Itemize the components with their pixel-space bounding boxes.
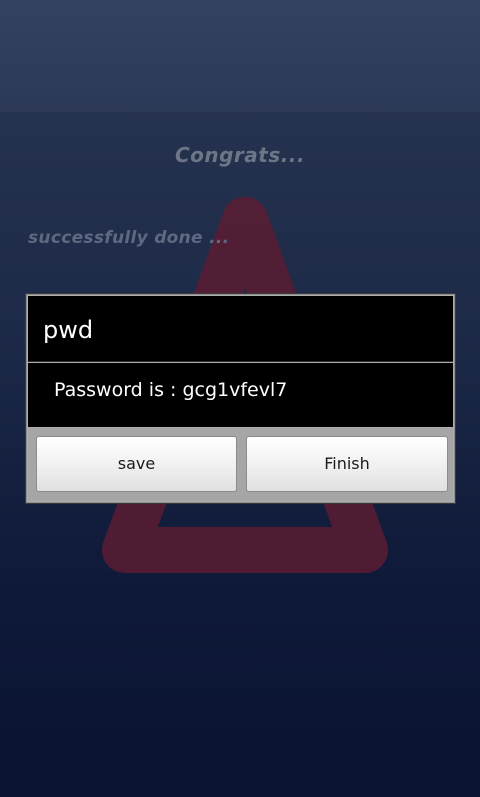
title-bar [0,0,480,112]
congrats-text: Congrats... [174,143,306,167]
dialog-title: pwd [43,316,94,344]
password-dialog: pwd Password is : gcg1vfevl7 save Finish [26,294,455,503]
dialog-body: Password is : gcg1vfevl7 [28,363,453,427]
finish-button[interactable]: Finish [246,436,448,492]
success-text: successfully done ... [28,228,230,248]
dialog-button-bar: save Finish [28,428,453,501]
save-button[interactable]: save [36,436,237,492]
dialog-title-bar: pwd [28,296,453,362]
password-message: Password is : gcg1vfevl7 [54,379,288,401]
